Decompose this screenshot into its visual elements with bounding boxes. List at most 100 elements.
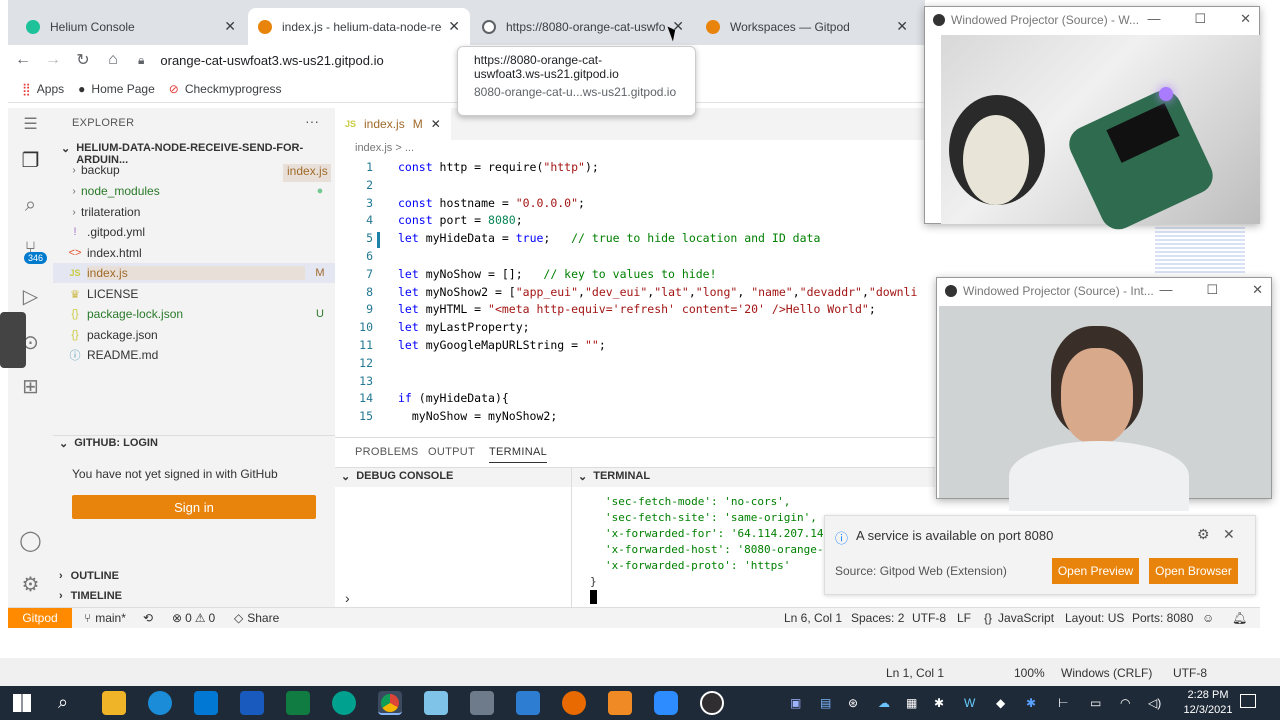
zoom-icon[interactable] xyxy=(654,691,678,715)
remote-desktop-icon[interactable] xyxy=(516,691,540,715)
bookmark-apps[interactable]: ⣿ Apps xyxy=(22,82,64,96)
code-line[interactable]: 1 const http = require("http"); xyxy=(335,160,925,178)
store-icon[interactable] xyxy=(194,691,218,715)
blender-icon[interactable] xyxy=(562,691,586,715)
tray-app-icon[interactable]: ▤ xyxy=(820,696,831,710)
extensions-icon[interactable]: ⊞ xyxy=(8,374,53,399)
code-line[interactable]: 12 xyxy=(335,356,925,374)
tree-item-package-json[interactable]: {} package.json xyxy=(53,325,335,345)
clock[interactable]: 2:28 PM 12/3/2021 xyxy=(1178,688,1238,718)
code-line[interactable]: 9 let myHTML = "<meta http-equiv='refresh… xyxy=(335,302,925,320)
gear-icon[interactable]: ⚙ xyxy=(1197,526,1210,543)
tray-app2-icon[interactable]: ▦ xyxy=(906,696,917,710)
feedback-icon[interactable]: ☺ xyxy=(1202,611,1214,625)
problems-indicator[interactable]: ⊗ 0 ⚠ 0 xyxy=(172,611,215,625)
url-input[interactable]: orange-cat-uswfoat3.ws-us21.gitpod.io xyxy=(160,53,383,68)
forward-icon[interactable]: → xyxy=(38,51,68,69)
code-line[interactable]: 14 if (myHideData){ xyxy=(335,391,925,409)
code-line[interactable]: 7 let myNoShow = []; // key to values to … xyxy=(335,267,925,285)
cursor-position[interactable]: Ln 6, Col 1 xyxy=(784,611,842,625)
file-explorer-icon[interactable] xyxy=(102,691,126,715)
tray-github-icon[interactable]: ⊛ xyxy=(848,696,858,710)
editor-tab-index-js[interactable]: JS index.js M ✕ xyxy=(335,108,451,140)
run-debug-icon[interactable]: ▷ xyxy=(8,284,53,309)
tree-item-trilateration[interactable]: › trilateration xyxy=(53,202,335,222)
tree-item-gitpod-yml[interactable]: ! .gitpod.yml xyxy=(53,222,335,242)
edge-icon[interactable] xyxy=(148,691,172,715)
open-preview-button[interactable]: Open Preview xyxy=(1052,558,1139,584)
tray-bluetooth-icon[interactable]: ✱ xyxy=(1026,696,1036,710)
tab-terminal[interactable]: TERMINAL xyxy=(489,446,548,463)
tree-item-readme[interactable]: ⓘ README.md xyxy=(53,345,335,365)
bookmark-home-page[interactable]: ● Home Page xyxy=(78,82,155,96)
code-line[interactable]: 10 let myLastProperty; xyxy=(335,320,925,338)
tray-word-icon[interactable]: W xyxy=(964,696,975,710)
split-divider[interactable] xyxy=(571,467,572,610)
excel-icon[interactable] xyxy=(286,691,310,715)
code-line[interactable]: 2 xyxy=(335,178,925,196)
close-icon[interactable]: ✕ xyxy=(448,18,460,35)
settings-gear-icon[interactable]: ⚙ xyxy=(8,572,53,597)
encoding[interactable]: UTF-8 xyxy=(912,611,946,625)
close-icon[interactable]: ✕ xyxy=(1252,282,1263,298)
account-icon[interactable]: ◯ xyxy=(8,528,53,553)
tree-item-index-js[interactable]: JS index.js M xyxy=(53,263,335,283)
outline-header[interactable]: › OUTLINE xyxy=(59,570,119,582)
tray-dropbox-icon[interactable]: ◆ xyxy=(996,696,1005,710)
maximize-icon[interactable]: ☐ xyxy=(1194,11,1206,27)
tab-workspaces[interactable]: Workspaces — Gitpod ✕ xyxy=(696,8,918,45)
debug-console-header[interactable]: ⌄ DEBUG CONSOLE xyxy=(341,470,453,483)
tree-item-index-html[interactable]: <> index.html xyxy=(53,243,335,263)
code-line[interactable]: 8 let myNoShow2 = ["app_eui","dev_eui","l… xyxy=(335,285,925,303)
tree-item-package-lock[interactable]: {} package-lock.json U xyxy=(53,304,335,324)
projector-window-top[interactable]: Windowed Projector (Source) - W... — ☐ ✕ xyxy=(924,6,1260,236)
home-icon[interactable]: ⌂ xyxy=(98,51,128,69)
tree-item-node-modules[interactable]: › node_modules ● xyxy=(53,181,335,201)
arduino-icon[interactable] xyxy=(332,691,356,715)
code-line[interactable]: 6 xyxy=(335,249,925,267)
minimize-icon[interactable]: — xyxy=(1159,282,1172,298)
obs-icon[interactable] xyxy=(700,691,724,715)
tab-helium-console[interactable]: Helium Console ✕ xyxy=(16,8,246,45)
notepad-icon[interactable] xyxy=(424,691,448,715)
floating-toolbar-handle[interactable] xyxy=(0,312,26,368)
breadcrumb[interactable]: index.js > ... xyxy=(355,142,414,154)
tab-8080-preview[interactable]: https://8080-orange-cat-uswfoa ✕ xyxy=(472,8,694,45)
terminal-header[interactable]: ⌄ TERMINAL xyxy=(578,470,650,483)
code-line[interactable]: 5 let myHideData = true; // true to hide … xyxy=(335,231,925,249)
ports-indicator[interactable]: Ports: 8080 xyxy=(1132,611,1193,625)
search-icon[interactable]: ⌕ xyxy=(8,194,53,217)
minimap[interactable] xyxy=(1155,225,1245,275)
end-of-line[interactable]: LF xyxy=(957,611,971,625)
share-button[interactable]: ◇ Share xyxy=(234,611,279,625)
tab-indexjs[interactable]: index.js - helium-data-node-rece ✕ xyxy=(248,8,470,45)
paint-icon[interactable] xyxy=(470,691,494,715)
minimize-icon[interactable]: — xyxy=(1147,11,1160,27)
chrome-icon[interactable] xyxy=(378,691,402,715)
action-center-icon[interactable] xyxy=(1240,694,1256,708)
close-icon[interactable]: ✕ xyxy=(224,18,236,35)
files-icon[interactable]: ❐ xyxy=(8,148,53,173)
tree-item-backup[interactable]: › backup xyxy=(53,160,335,180)
close-icon[interactable]: ✕ xyxy=(896,18,908,35)
tray-usb-icon[interactable]: ⊢ xyxy=(1058,696,1068,710)
code-line[interactable]: 3 const hostname = "0.0.0.0"; xyxy=(335,196,925,214)
branch-indicator[interactable]: ⑂ main* xyxy=(84,611,126,625)
tab-problems[interactable]: PROBLEMS xyxy=(355,446,419,458)
word-icon[interactable] xyxy=(240,691,264,715)
code-line[interactable]: 11 let myGoogleMapURLString = ""; xyxy=(335,338,925,356)
notifications-bell-icon[interactable]: 🔔︎ xyxy=(1232,611,1247,625)
bookmark-checkmyprogress[interactable]: ⊘ Checkmyprogress xyxy=(169,82,282,96)
tray-teams-icon[interactable]: ▣ xyxy=(790,696,801,710)
tray-cloud-icon[interactable]: ☁ xyxy=(878,696,890,710)
sync-icon[interactable]: ⟲ xyxy=(143,611,153,625)
more-actions-icon[interactable]: ··· xyxy=(305,113,319,129)
search-icon[interactable]: ⌕ xyxy=(58,692,68,713)
reload-icon[interactable]: ↻ xyxy=(68,50,98,70)
indentation[interactable]: Spaces: 2 xyxy=(851,611,904,625)
open-browser-button[interactable]: Open Browser xyxy=(1149,558,1238,584)
tray-app3-icon[interactable]: ✱ xyxy=(934,696,944,710)
sign-in-button[interactable]: Sign in xyxy=(72,495,316,519)
tree-item-license[interactable]: ♛ LICENSE xyxy=(53,284,335,304)
timeline-header[interactable]: › TIMELINE xyxy=(59,590,122,602)
